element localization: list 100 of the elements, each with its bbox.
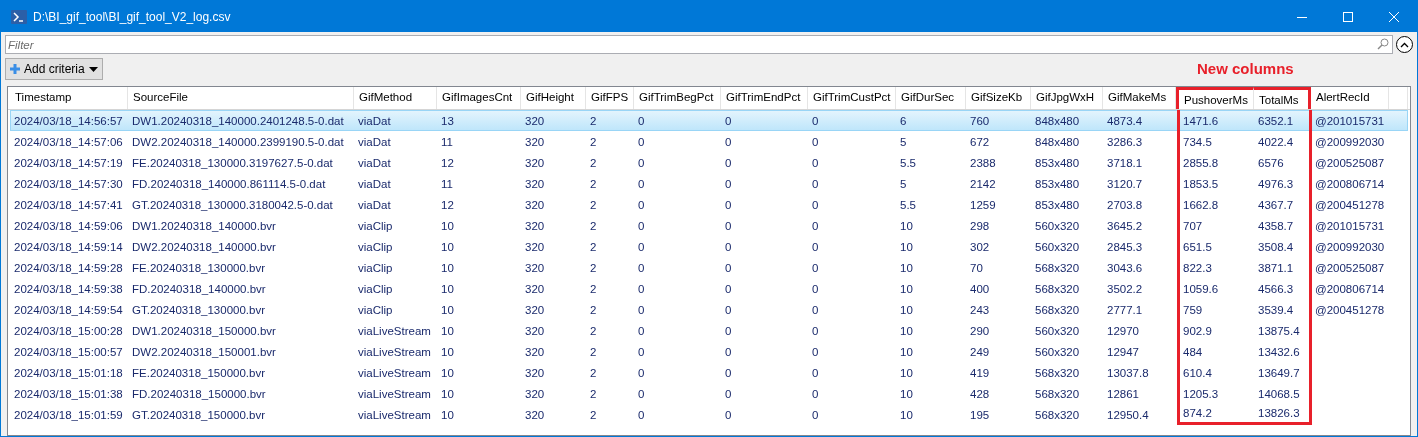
table-cell: 0	[725, 324, 732, 337]
table-cell: 0	[725, 156, 732, 169]
table-cell: 2024/03/18_15:01:38	[14, 387, 123, 400]
table-cell: 3718.1	[1107, 156, 1143, 169]
filter-field[interactable]: Filter	[5, 35, 1393, 54]
table-cell: viaClip	[358, 303, 393, 316]
column-header[interactable]: GifTrimCustPct	[808, 87, 896, 109]
table-cell: 568x320	[1035, 408, 1080, 421]
table-cell: viaLiveStream	[358, 324, 431, 337]
table-cell: 320	[525, 282, 545, 295]
table-cell: 3871.1	[1258, 261, 1294, 274]
table-cell: 10	[441, 345, 454, 358]
table-cell: @200525087	[1315, 156, 1385, 169]
collapse-button[interactable]	[1396, 36, 1413, 53]
table-cell: 4367.7	[1258, 198, 1294, 211]
table-cell: 2	[590, 345, 597, 358]
column-header[interactable]: Timestamp	[8, 87, 128, 109]
table-cell: 10	[900, 282, 913, 295]
table-cell: 0	[638, 177, 645, 190]
table-cell: DW1.20240318_140000.bvr	[132, 219, 276, 232]
chevron-up-icon	[1400, 41, 1409, 48]
column-header[interactable]: SourceFile	[128, 87, 354, 109]
table-cell: 10	[441, 408, 454, 421]
add-criteria-button[interactable]: Add criteria	[5, 58, 103, 80]
table-cell: 2024/03/18_14:59:14	[14, 240, 123, 253]
table-cell: 0	[725, 408, 732, 421]
column-header[interactable]: GifMakeMs	[1103, 87, 1176, 109]
table-cell: 0	[812, 408, 819, 421]
table-cell: 4358.7	[1258, 219, 1294, 232]
table-cell: 320	[525, 198, 545, 211]
column-header[interactable]: GifTrimEndPct	[721, 87, 808, 109]
table-cell: FE.20240318_130000.bvr	[132, 261, 265, 274]
table-cell: 400	[970, 282, 990, 295]
table-cell: 4976.3	[1258, 177, 1294, 190]
table-cell: 0	[638, 156, 645, 169]
table-cell: 2024/03/18_14:59:28	[14, 261, 123, 274]
table-cell: 13649.7	[1258, 366, 1300, 379]
table-cell: 13	[441, 114, 454, 127]
plus-icon	[10, 64, 20, 74]
table-cell: 320	[525, 345, 545, 358]
search-icon	[1377, 38, 1389, 50]
table-cell: 3645.2	[1107, 219, 1143, 232]
column-header[interactable]: GifImagesCnt	[437, 87, 521, 109]
table-cell: 195	[970, 408, 990, 421]
column-header[interactable]: GifSizeKb	[966, 87, 1031, 109]
table-cell: 734.5	[1183, 135, 1212, 148]
table-cell: viaClip	[358, 219, 393, 232]
column-header[interactable]: GifHeight	[521, 87, 586, 109]
table-cell: viaDat	[358, 177, 391, 190]
column-header[interactable]: GifDurSec	[896, 87, 966, 109]
table-cell: 2	[590, 366, 597, 379]
table-cell: 10	[900, 345, 913, 358]
column-header[interactable]: AlertRecId	[1311, 87, 1389, 109]
table-cell: 5	[900, 177, 907, 190]
table-cell: 0	[812, 387, 819, 400]
table-cell: 10	[441, 324, 454, 337]
table-cell: 2024/03/18_14:57:19	[14, 156, 123, 169]
column-header[interactable]: GifMethod	[354, 87, 437, 109]
table-cell: viaClip	[358, 282, 393, 295]
maximize-icon	[1343, 11, 1353, 22]
table-cell: 760	[970, 114, 990, 127]
table-cell: 13826.3	[1258, 407, 1300, 419]
table-cell: 707	[1183, 219, 1203, 232]
table-cell: 10	[441, 366, 454, 379]
selected-row[interactable]: 2024/03/18_14:56:57 DW1.20240318_140000.2401248.5-0.dat viaDat 13 320 2 0 0 0 6 760 848x480 4873.4 1471.6 6352.1 @201015731	[10, 110, 1408, 131]
table-cell: 853x480	[1035, 156, 1080, 169]
table-cell: viaLiveStream	[358, 366, 431, 379]
table-cell: 0	[725, 366, 732, 379]
table-cell: DW2.20240318_140000.2399190.5-0.dat	[132, 135, 344, 148]
table-cell: 4566.3	[1258, 282, 1294, 295]
table-cell: 2855.8	[1183, 156, 1219, 169]
table-cell: 568x320	[1035, 282, 1080, 295]
table-cell: GT.20240318_130000.3180042.5-0.dat	[132, 198, 333, 211]
table-cell: 1205.3	[1183, 387, 1219, 400]
column-header[interactable]: GifJpgWxH	[1031, 87, 1103, 109]
table-cell: 0	[638, 345, 645, 358]
column-header[interactable]: GifFPS	[586, 87, 634, 109]
column-header[interactable]: GifTrimBegPct	[634, 87, 721, 109]
table-cell: 2	[590, 408, 597, 421]
table-cell: 0	[638, 261, 645, 274]
table-cell: 822.3	[1183, 261, 1212, 274]
table-cell: 2	[590, 114, 597, 127]
table-cell: 672	[970, 135, 990, 148]
table-cell: 6352.1	[1258, 114, 1294, 127]
table-cell: 2024/03/18_14:59:54	[14, 303, 123, 316]
table-cell: 243	[970, 303, 990, 316]
table-cell: 853x480	[1035, 198, 1080, 211]
table-cell: 0	[638, 219, 645, 232]
table-cell: 2024/03/18_14:59:06	[14, 219, 123, 232]
table-cell: 2024/03/18_15:00:28	[14, 324, 123, 337]
table-cell: 13875.4	[1258, 324, 1300, 337]
table-cell: 0	[812, 156, 819, 169]
table-cell: 10	[900, 387, 913, 400]
table-cell: 320	[525, 177, 545, 190]
table-cell: DW2.20240318_150001.bvr	[132, 345, 276, 358]
table-cell: 320	[525, 387, 545, 400]
table-cell: 2024/03/18_14:57:30	[14, 177, 123, 190]
table-cell: 0	[725, 219, 732, 232]
table-cell: 0	[638, 366, 645, 379]
table-cell: viaClip	[358, 261, 393, 274]
